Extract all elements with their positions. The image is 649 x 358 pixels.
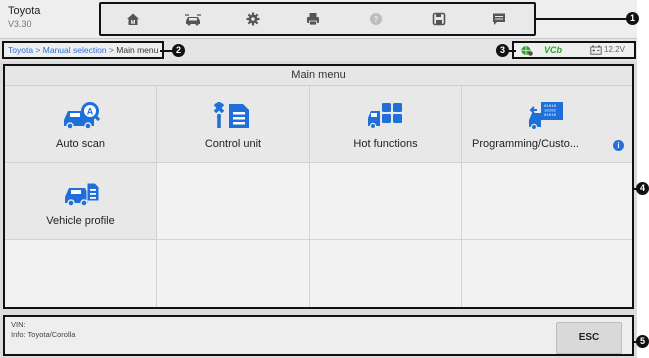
vehicle-swap-icon [185,14,201,26]
svg-text:A: A [86,107,93,117]
vehicle-swap-button[interactable] [173,4,213,34]
vehicle-info: Info: Toyota/Corolla [11,330,76,339]
programming-icon: 010101010101010 [529,102,563,130]
help-icon: ? [370,13,382,25]
function-grid: A Auto scan Control unit Hot functions 0… [5,86,632,307]
callout-leader [508,50,516,52]
breadcrumb-main-menu: Main menu [116,45,159,55]
tile-vehicle-profile[interactable]: Vehicle profile [5,163,157,240]
callout-5: 5 [636,335,649,348]
message-icon [493,13,505,25]
tile-label: Vehicle profile [46,215,115,227]
callout-2: 2 [172,44,185,57]
tile-label: Auto scan [56,138,105,150]
app-title: Toyota [8,5,41,17]
main-menu-title: Main menu [5,66,632,86]
vin-label: VIN: [11,320,26,329]
tile-programming[interactable]: 01010 10101 01010 Programming/Custo... i [462,86,632,163]
save-icon [432,12,446,26]
callout-leader [536,18,628,20]
breadcrumb-manual-selection[interactable]: Manual selection [43,45,107,55]
breadcrumb-bar: Toyota > Manual selection > Main menu VC… [0,39,637,61]
main-menu-panel: Main menu A Auto scan Control unit Hot f… [3,64,634,309]
tile-hot-functions[interactable]: Hot functions [310,86,462,163]
svg-text:01010: 01010 [544,114,557,118]
tile-label: Programming/Custo... [472,138,579,150]
callout-4: 4 [636,182,649,195]
settings-button[interactable] [233,4,273,34]
network-status-icon [521,46,533,56]
gear-icon [246,12,260,26]
help-button[interactable]: ? [356,4,396,34]
callout-3: 3 [496,44,509,57]
breadcrumb: Toyota > Manual selection > Main menu [2,41,165,59]
svg-text:M: M [131,20,136,26]
empty-tile [310,163,462,240]
tile-control-unit[interactable]: Control unit [157,86,310,163]
empty-tile [157,240,310,307]
app-window: Toyota V3.30 M ? Toyota > Manual selecti… [0,0,637,358]
empty-tile [157,163,310,240]
breadcrumb-separator: > [108,45,114,55]
footer-bar: VIN: Info: Toyota/Corolla ESC [3,315,634,356]
empty-tile [462,240,632,307]
print-button[interactable] [293,4,333,34]
breadcrumb-separator: > [35,45,41,55]
vehicle-profile-icon [64,182,99,207]
printer-icon [307,13,319,26]
svg-text:10101: 10101 [544,110,557,114]
callout-1: 1 [626,12,639,25]
hot-functions-icon [367,103,402,130]
esc-button[interactable]: ESC [556,322,622,354]
empty-tile [462,163,632,240]
voltage-readout: 12.2V [604,45,625,54]
status-indicators: VCb 12.2V [512,41,636,59]
tile-auto-scan[interactable]: A Auto scan [5,86,157,163]
breadcrumb-toyota[interactable]: Toyota [8,45,33,55]
tile-label: Control unit [204,138,262,150]
svg-text:?: ? [374,15,379,24]
control-unit-icon [213,102,249,128]
empty-tile [310,240,462,307]
home-button[interactable]: M [113,4,153,34]
auto-scan-icon: A [63,102,100,130]
info-icon[interactable]: i [613,140,624,151]
vci-status: VCb [544,45,562,55]
battery-icon [590,45,602,55]
svg-text:01010: 01010 [544,105,557,109]
app-version: V3.30 [8,19,32,29]
tile-label: Hot functions [353,138,418,150]
toolbar: M ? [99,2,536,36]
message-button[interactable] [479,4,519,34]
empty-tile [5,240,157,307]
home-icon: M [127,13,139,26]
save-button[interactable] [419,4,459,34]
